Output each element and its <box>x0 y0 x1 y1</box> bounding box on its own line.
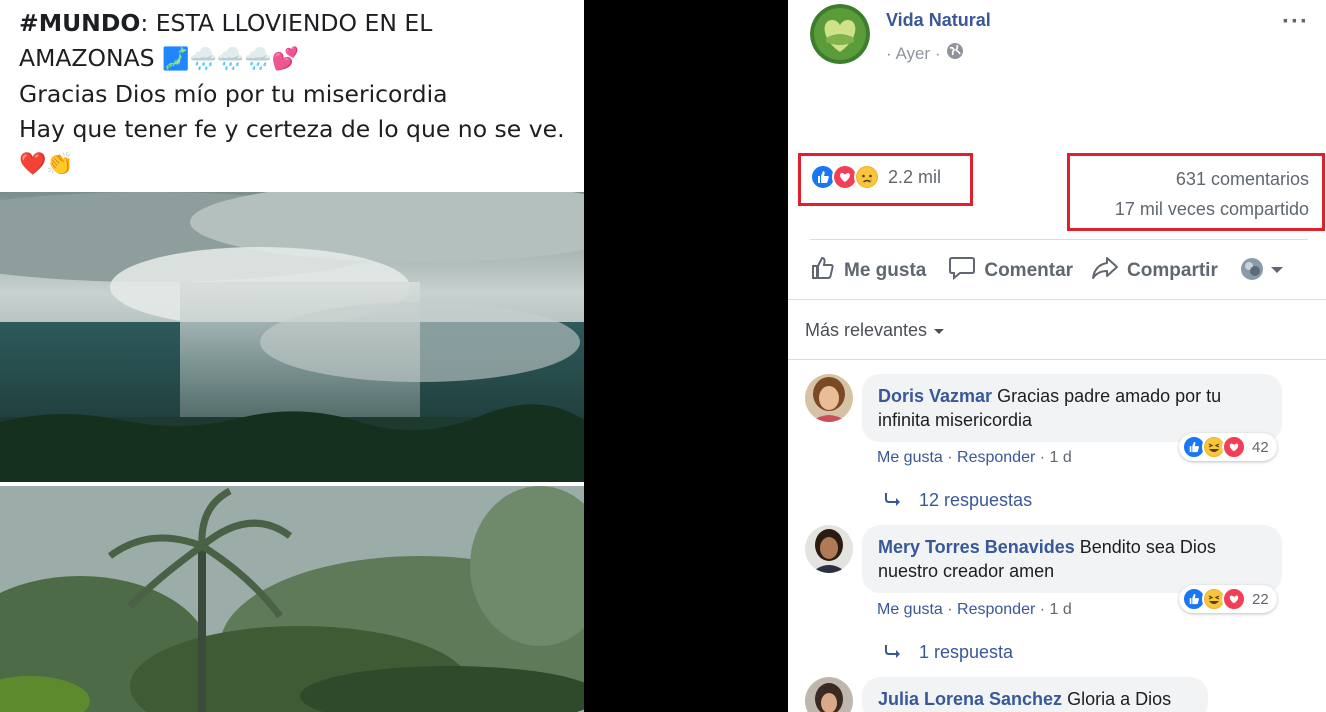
comment-sort-label: Más relevantes <box>805 320 928 340</box>
comment-like-link[interactable]: Me gusta <box>877 601 943 618</box>
thumbs-up-icon <box>810 255 836 287</box>
divider <box>810 239 1308 240</box>
rain-over-forest-photo[interactable] <box>0 192 584 482</box>
chevron-down-icon <box>933 320 945 341</box>
rain-over-forest-image <box>0 192 584 482</box>
love-icon <box>1222 435 1246 459</box>
comment-actions: Me gusta · Responder · 1 d <box>877 449 1072 466</box>
share-arrow-icon <box>1091 255 1119 287</box>
avatar[interactable] <box>805 374 853 422</box>
comment-reaction-count: 22 <box>1252 590 1269 608</box>
comment-like-link[interactable]: Me gusta <box>877 449 943 466</box>
avatar[interactable] <box>805 677 853 712</box>
share-button-label: Compartir <box>1127 260 1218 281</box>
view-replies-link[interactable]: 1 respuesta <box>885 642 1013 663</box>
comment-author-link[interactable]: Mery Torres Benavides <box>878 537 1075 557</box>
post-line4: Hay que tener fe y certeza de lo que no … <box>19 115 565 143</box>
like-button-label: Me gusta <box>844 260 927 281</box>
rainforest-palm-photo[interactable] <box>0 486 584 712</box>
comments-count-link[interactable]: 631 comentarios <box>1176 169 1309 190</box>
post-sidebar: Vida Natural · Ayer · ··· 2.2 mil 631 co… <box>788 0 1326 712</box>
post-text: #MUNDO: ESTA LLOVIENDO EN EL AMAZONAS 🗾🌧… <box>19 6 579 182</box>
comment-actions: Me gusta · Responder · 1 d <box>877 601 1072 618</box>
post-line3: Gracias Dios mío por tu misericordia <box>19 80 448 108</box>
comment-reactions[interactable]: 42 <box>1179 433 1277 461</box>
globe-icon <box>946 42 964 65</box>
avatar[interactable] <box>805 525 853 573</box>
share-button[interactable]: Compartir <box>1091 255 1218 287</box>
comment-text: Gloria a Dios <box>1062 689 1172 709</box>
comment-reaction-count: 42 <box>1252 438 1269 456</box>
more-options-button[interactable]: ··· <box>1282 8 1309 36</box>
comment-button-label: Comentar <box>984 260 1074 281</box>
heart-landscape-icon <box>810 4 870 64</box>
replies-count: 12 respuestas <box>919 490 1033 510</box>
post-line2-emojis: 🗾🌧️🌧️🌧️💕 <box>162 47 300 72</box>
reaction-count: 2.2 mil <box>888 166 942 187</box>
react-as-selector[interactable] <box>1240 257 1284 286</box>
reactions-summary[interactable]: 2.2 mil <box>810 164 941 190</box>
sad-icon <box>854 164 880 190</box>
action-bar: Me gusta Comentar Compartir <box>810 252 1284 290</box>
comment-reactions[interactable]: 22 <box>1179 585 1277 613</box>
comment-reply-link[interactable]: Responder <box>957 449 1035 466</box>
divider <box>788 299 1326 300</box>
user-avatar-icon <box>1240 257 1264 286</box>
page-avatar[interactable] <box>810 4 870 64</box>
comment-author-link[interactable]: Doris Vazmar <box>878 386 992 406</box>
reply-arrow-icon <box>885 642 901 663</box>
post-line1: : ESTA LLOVIENDO EN EL <box>140 9 433 37</box>
comment-bubble: Mery Torres Benavides Bendito sea Dios n… <box>862 525 1282 593</box>
post-line2: AMAZONAS <box>19 44 155 72</box>
like-button[interactable]: Me gusta <box>810 255 926 287</box>
post-meta: · Ayer · <box>886 42 964 65</box>
chevron-down-icon <box>1270 262 1284 280</box>
page-name-link[interactable]: Vida Natural <box>886 10 991 31</box>
comment-reply-link[interactable]: Responder <box>957 601 1035 618</box>
post-content: #MUNDO: ESTA LLOVIENDO EN EL AMAZONAS 🗾🌧… <box>0 0 584 712</box>
comment-button[interactable]: Comentar <box>948 255 1073 287</box>
comment-author-link[interactable]: Julia Lorena Sanchez <box>878 689 1062 709</box>
divider <box>788 359 1326 360</box>
view-replies-link[interactable]: 12 respuestas <box>885 490 1032 511</box>
comment-bubble-icon <box>948 255 976 287</box>
rainforest-palm-image <box>0 486 584 712</box>
replies-count: 1 respuesta <box>919 642 1014 662</box>
comment-time[interactable]: 1 d <box>1050 449 1072 466</box>
comment-sort-dropdown[interactable]: Más relevantes <box>805 320 945 341</box>
comment-bubble: Julia Lorena Sanchez Gloria a Dios <box>862 677 1208 712</box>
comment-bubble: Doris Vazmar Gracias padre amado por tu … <box>862 374 1282 442</box>
shares-count-link[interactable]: 17 mil veces compartido <box>1115 199 1309 220</box>
post-hashtag[interactable]: #MUNDO <box>19 9 140 37</box>
love-icon <box>1222 587 1246 611</box>
reply-arrow-icon <box>885 490 901 511</box>
post-time[interactable]: · Ayer · <box>886 44 940 64</box>
post-line5-emojis: ❤️👏 <box>19 152 74 177</box>
comment-time[interactable]: 1 d <box>1050 601 1072 618</box>
